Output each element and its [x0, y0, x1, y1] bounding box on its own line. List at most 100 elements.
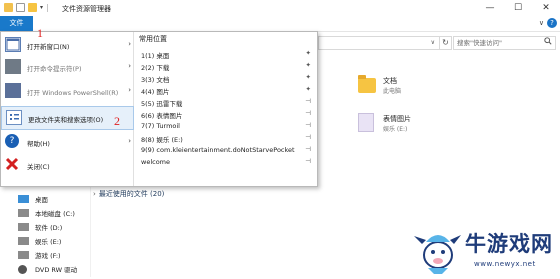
recent-files-group[interactable]: › 最近使用的文件 (20) [93, 189, 164, 199]
frequent-place-item[interactable]: welcome ⊣ [141, 157, 315, 168]
folder-icon [4, 3, 13, 12]
folder-name: 文档 [383, 77, 397, 85]
pin-icon[interactable]: ✦ [306, 85, 311, 93]
toolbar-divider: | [46, 3, 49, 12]
chevron-right-icon[interactable]: › [93, 190, 96, 198]
menu-item-open-new-window[interactable]: 打开新窗口(N) › [1, 34, 134, 56]
place-label: 2(2) 下载 [141, 64, 170, 72]
chevron-right-icon: › [128, 40, 131, 48]
frequent-place-item[interactable]: 8(8) 娱乐 (E:) ⊣ [141, 133, 315, 144]
folder-name: 表情图片 [383, 115, 411, 123]
menu-item-label: 帮助(H) [27, 140, 50, 148]
annotation-2: 2 [114, 114, 120, 128]
place-label: 6(6) 表情图片 [141, 112, 183, 120]
new-folder-icon[interactable] [28, 3, 37, 12]
pin-icon[interactable]: ✦ [306, 73, 311, 81]
annotation-1: 1 [37, 26, 43, 40]
maximize-button[interactable]: ☐ [504, 0, 532, 16]
frequent-place-item[interactable]: 3(3) 文档 ✦ [141, 73, 315, 84]
properties-icon[interactable] [16, 3, 25, 12]
folder-location: 娱乐 (E:) [383, 126, 408, 133]
unpin-icon[interactable]: ⊣ [305, 133, 311, 141]
menu-item-command-prompt[interactable]: 打开命令提示符(P) › [1, 56, 134, 78]
tab-file[interactable]: 文件 [0, 16, 33, 31]
menu-item-label: 关闭(C) [27, 163, 50, 171]
drive-icon [18, 209, 29, 217]
close-window-button[interactable]: ✕ [532, 0, 560, 16]
place-label: 5(5) 迅雷下载 [141, 100, 183, 108]
folder-location: 此电脑 [383, 88, 402, 95]
watermark-text: 牛游戏网 [465, 232, 553, 256]
search-icon[interactable] [544, 37, 552, 49]
help-icon: ? [5, 134, 19, 148]
sidebar-item-label: DVD RW 驱动 [35, 266, 78, 274]
quick-access-toolbar: ▾ | [4, 3, 49, 12]
ribbon-bar [0, 16, 560, 32]
menu-item-label: 更改文件夹和搜索选项(O) [28, 116, 104, 124]
unpin-icon[interactable]: ⊣ [305, 121, 311, 129]
drive-icon [18, 251, 29, 259]
image-folder-icon [358, 113, 374, 132]
chevron-right-icon: › [128, 86, 131, 94]
place-label: 1(1) 桌面 [141, 52, 170, 60]
dvd-drive-icon [18, 265, 27, 274]
search-input[interactable]: 搜索"快速访问" [453, 36, 556, 50]
sidebar-item-label: 娱乐 (E:) [35, 238, 62, 246]
unpin-icon[interactable]: ⊣ [305, 109, 311, 117]
file-menu-commands: 打开新窗口(N) › 1 打开命令提示符(P) › 打开 Windows Pow… [1, 26, 134, 186]
sidebar-item-label: 桌面 [35, 196, 48, 204]
file-menu: 打开新窗口(N) › 1 打开命令提示符(P) › 打开 Windows Pow… [0, 26, 318, 187]
place-label: welcome [141, 158, 171, 166]
menu-item-powershell[interactable]: 打开 Windows PowerShell(R) › [1, 80, 134, 102]
sidebar-item-label: 游戏 (F:) [35, 252, 61, 260]
menu-item-help[interactable]: ? 帮助(H) › [1, 131, 134, 153]
address-dropdown-icon[interactable]: ∨ [431, 39, 435, 46]
help-button[interactable]: ? [547, 18, 557, 28]
search-placeholder: 搜索"快速访问" [457, 39, 502, 47]
sidebar-item-label: 软件 (D:) [35, 224, 63, 232]
window-title: 文件资源管理器 [62, 5, 111, 13]
place-label: 4(4) 图片 [141, 88, 170, 96]
pane-divider [90, 186, 91, 277]
place-label: 8(8) 娱乐 (E:) [141, 136, 183, 144]
powershell-icon [5, 83, 21, 98]
drive-icon [18, 223, 29, 231]
navigation-pane: 桌面 本地磁盘 (C:) 软件 (D:) 娱乐 (E:) 游戏 (F:) DVD… [0, 193, 90, 277]
frequent-place-item[interactable]: 6(6) 表情图片 ⊣ [141, 109, 315, 120]
customize-toolbar-icon[interactable]: ▾ [40, 4, 43, 11]
minimize-button[interactable]: — [476, 0, 504, 16]
place-label: 3(3) 文档 [141, 76, 170, 84]
frequent-place-item[interactable]: 1(1) 桌面 ✦ [141, 49, 315, 60]
place-label: 7(7) Turmoil [141, 122, 180, 130]
frequent-place-item[interactable]: 5(5) 迅雷下载 ⊣ [141, 97, 315, 108]
frequent-place-item[interactable]: 7(7) Turmoil ⊣ [141, 121, 315, 132]
chevron-right-icon: › [128, 137, 131, 145]
menu-item-label: 打开新窗口(N) [27, 43, 70, 51]
sidebar-item-label: 本地磁盘 (C:) [35, 210, 75, 218]
watermark-url: www.newyx.net [474, 260, 536, 268]
address-bar[interactable]: ∨ [318, 36, 440, 50]
frequent-place-item[interactable]: 9(9) com.kleientertainment.doNotStarvePo… [141, 145, 315, 156]
chevron-right-icon: › [128, 62, 131, 70]
close-icon [5, 157, 21, 172]
cow-mascot-icon [414, 235, 461, 274]
place-label: 9(9) com.kleientertainment.doNotStarvePo… [141, 146, 295, 154]
menu-item-label: 打开命令提示符(P) [27, 65, 82, 73]
unpin-icon[interactable]: ⊣ [305, 145, 311, 153]
unpin-icon[interactable]: ⊣ [305, 97, 311, 105]
unpin-icon[interactable]: ⊣ [305, 157, 311, 165]
folder-icon [358, 75, 376, 93]
frequent-place-item[interactable]: 4(4) 图片 ✦ [141, 85, 315, 96]
title-bar: ▾ | 文件资源管理器 — ☐ ✕ [0, 0, 560, 16]
desktop-icon [18, 195, 29, 203]
refresh-button[interactable]: ↻ [440, 36, 452, 50]
menu-item-label: 打开 Windows PowerShell(R) [27, 89, 119, 97]
frequent-place-item[interactable]: 2(2) 下载 ✦ [141, 61, 315, 72]
folder-options-icon [6, 110, 22, 125]
command-prompt-icon [5, 59, 21, 74]
menu-item-close[interactable]: 关闭(C) [1, 154, 134, 176]
collapse-ribbon-icon[interactable]: ∨ [539, 19, 544, 27]
pin-icon[interactable]: ✦ [306, 61, 311, 69]
pin-icon[interactable]: ✦ [306, 49, 311, 57]
drive-icon [18, 237, 29, 245]
